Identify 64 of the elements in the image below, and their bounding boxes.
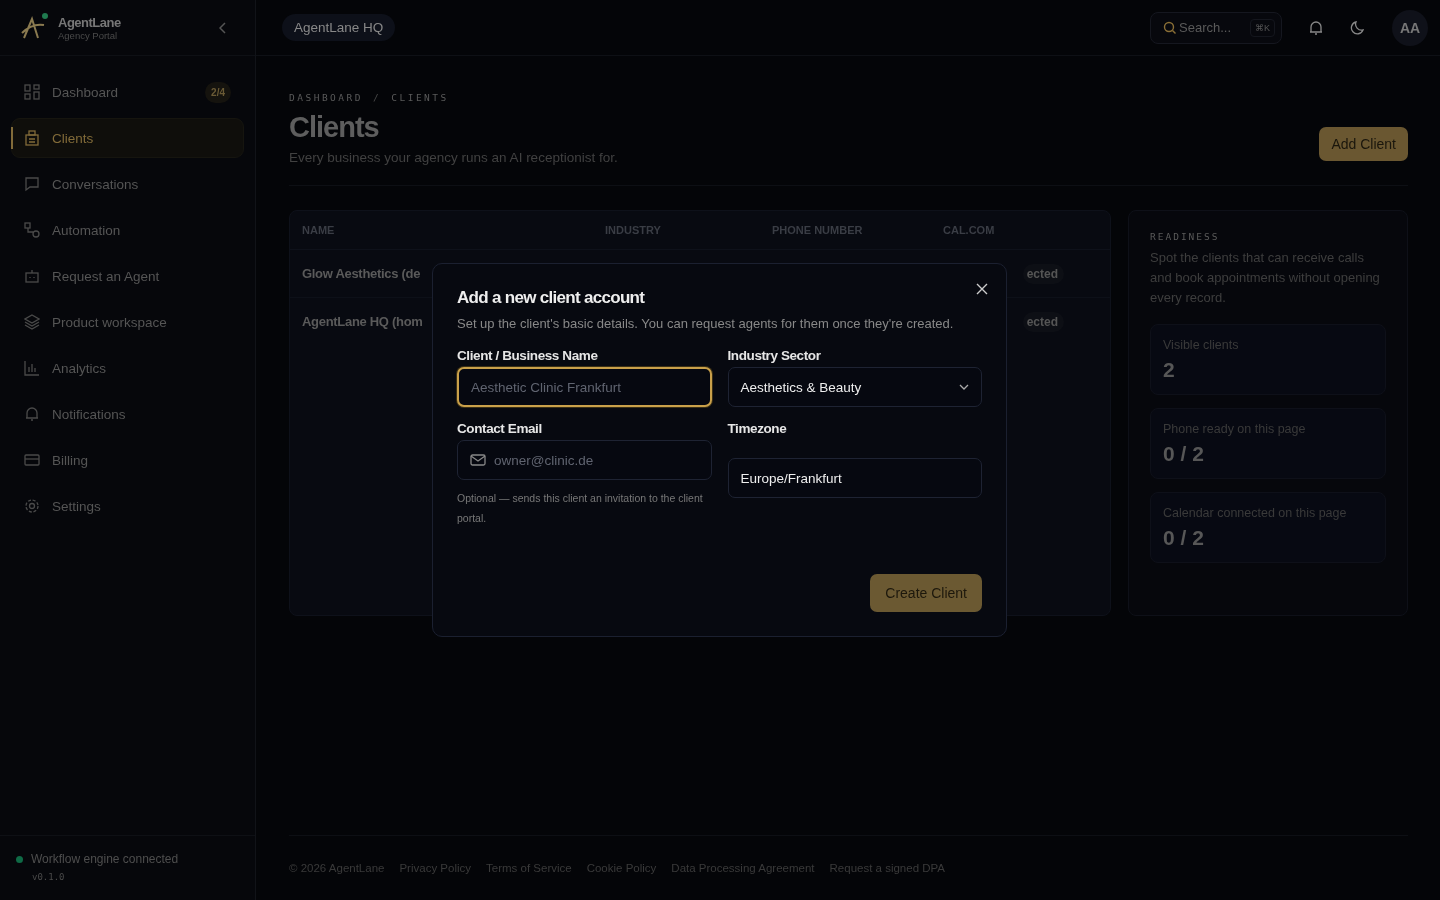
client-name[interactable]: AgentLane HQ (hom <box>302 314 423 329</box>
sidebar-item[interactable]: Automation <box>11 210 244 250</box>
collapse-icon[interactable] <box>219 21 227 34</box>
sidebar-item[interactable]: Request an Agent <box>11 256 244 296</box>
nav-icon <box>24 84 40 100</box>
stat-value: 0 / 2 <box>1163 442 1205 466</box>
sidebar-item[interactable]: Analytics <box>11 348 244 388</box>
status-badge: ected <box>1022 263 1064 284</box>
workspace-pill[interactable]: AgentLane HQ <box>282 14 396 41</box>
readiness-label: READINESS <box>1150 231 1221 242</box>
dialog-title: Add a new client account <box>457 288 646 308</box>
brand-name: AgentLane <box>58 14 122 30</box>
sidebar-item[interactable]: Settings <box>11 486 244 526</box>
chevron-icon <box>959 384 969 390</box>
sidebar-item[interactable]: Product workspace <box>11 302 244 342</box>
nav-icon <box>24 406 40 422</box>
shortcut-key: ⌘K <box>1250 18 1275 37</box>
status-dot <box>16 855 23 863</box>
timezone-field[interactable]: Europe/Frankfurt <box>727 458 982 498</box>
engine-status: Workflow engine connected <box>31 852 179 866</box>
search-icon <box>1163 20 1177 35</box>
email-field[interactable]: owner@clinic.de <box>457 440 712 480</box>
field-label: Client / Business Name <box>457 348 599 363</box>
readiness-text: Spot the clients that can receive calls and book appointments without opening every record. <box>1150 249 1381 307</box>
nav-icon <box>24 176 40 192</box>
dialog-text: Set up the client's basic details. You can request agents for them once they're created. <box>457 315 955 333</box>
nav-icon <box>24 452 40 468</box>
page-title: Clients <box>289 111 380 144</box>
nav-icon <box>24 222 40 238</box>
close-icon[interactable] <box>976 283 988 295</box>
nav-icon <box>24 314 40 330</box>
stat-value: 0 / 2 <box>1163 526 1205 550</box>
sidebar-item[interactable]: Notifications <box>11 394 244 434</box>
breadcrumb-separator: / <box>373 92 382 103</box>
client-name[interactable]: Glow Aesthetics (de <box>302 266 421 281</box>
sidebar-item[interactable]: Clients <box>11 118 244 158</box>
avatar[interactable]: AA <box>1392 9 1428 46</box>
count-badge: 2/4 <box>205 81 231 103</box>
nav-icon <box>24 498 40 514</box>
page-subtitle: Every business your agency runs an AI receptionist for. <box>289 150 618 165</box>
email-hint: Optional — sends this client an invitation to the client portal. <box>457 491 704 526</box>
sidebar-item[interactable]: Conversations <box>11 164 244 204</box>
sidebar-item[interactable]: Dashboard 2/4 <box>11 72 244 112</box>
moon-icon[interactable] <box>1350 19 1366 36</box>
search-field[interactable]: Search... ⌘K <box>1150 11 1282 44</box>
industry-select[interactable]: Aesthetics & Beauty <box>727 367 982 407</box>
field-label: Timezone <box>727 421 788 436</box>
field-label: Industry Sector <box>727 348 822 363</box>
stat-value: 2 <box>1163 358 1176 382</box>
add-client-button[interactable]: Add Client <box>1319 127 1408 161</box>
nav-icon <box>24 130 40 146</box>
status-badge: ected <box>1022 311 1064 332</box>
field-label: Contact Email <box>457 421 543 436</box>
name-field[interactable]: Aesthetic Clinic Frankfurt <box>457 367 712 407</box>
sidebar-item[interactable]: Billing <box>11 440 244 480</box>
create-client-button[interactable]: Create Client <box>870 574 982 612</box>
brand-subtitle: Agency Portal <box>58 29 118 41</box>
bell-icon[interactable] <box>1308 19 1324 36</box>
nav-icon <box>24 360 40 376</box>
breadcrumb-item[interactable]: DASHBOARD <box>289 92 363 103</box>
nav-icon <box>24 268 40 284</box>
version-label: v0.1.0 <box>32 872 66 882</box>
breadcrumb-item[interactable]: CLIENTS <box>391 92 449 103</box>
mail-icon <box>470 454 486 466</box>
